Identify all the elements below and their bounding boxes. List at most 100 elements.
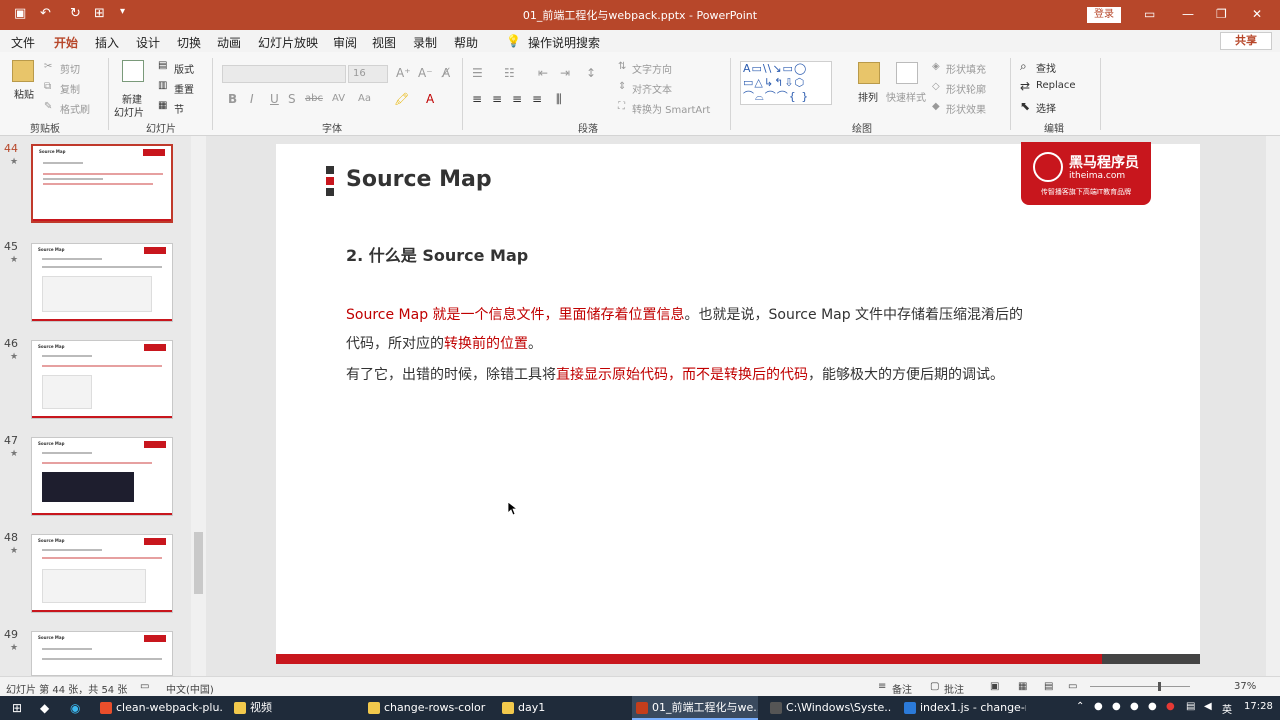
tray-app-icon[interactable]: ●: [1094, 701, 1103, 712]
change-case-button[interactable]: Aa: [358, 93, 371, 104]
quick-styles-button[interactable]: 快速样式: [886, 89, 926, 104]
clear-format-icon[interactable]: A̸: [442, 66, 450, 80]
comments-icon[interactable]: ▢: [930, 681, 939, 692]
paragraph-3[interactable]: 有了它，出错的时候，除错工具将直接显示原始代码，而不是转换后的代码，能够极大的方…: [346, 364, 1004, 384]
italic-button[interactable]: I: [250, 92, 254, 106]
slide-canvas[interactable]: Source Map 黑马程序员 itheima.com 传智播客旗下高端IT教…: [276, 142, 1200, 664]
decrease-indent-icon[interactable]: ⇤: [538, 66, 548, 80]
align-center-icon[interactable]: ≡: [492, 92, 502, 106]
slide-thumbnail-46[interactable]: Source Map: [31, 340, 173, 419]
notes-button[interactable]: 备注: [892, 681, 912, 696]
line-spacing-icon[interactable]: ↕: [586, 66, 596, 80]
notes-icon[interactable]: ≡: [878, 681, 886, 692]
find-button[interactable]: 查找: [1036, 60, 1056, 75]
login-button[interactable]: 登录: [1087, 7, 1121, 23]
volume-icon[interactable]: ◀: [1204, 701, 1212, 712]
grow-font-icon[interactable]: A⁺: [396, 66, 411, 80]
new-slide-icon[interactable]: [122, 60, 144, 82]
layout-icon[interactable]: ▤: [158, 60, 167, 71]
slide-heading[interactable]: 2. 什么是 Source Map: [346, 242, 528, 266]
font-color-icon[interactable]: A: [426, 92, 434, 106]
shape-outline-icon[interactable]: ◇: [932, 81, 940, 92]
tab-transitions[interactable]: 切换: [177, 34, 201, 51]
scrollbar-thumb[interactable]: [194, 532, 203, 594]
tab-record[interactable]: 录制: [413, 34, 437, 51]
tab-help[interactable]: 帮助: [454, 34, 478, 51]
char-spacing-button[interactable]: AV: [332, 93, 345, 104]
font-size-input[interactable]: 16: [348, 65, 388, 83]
close-button[interactable]: ✕: [1252, 7, 1262, 21]
paragraph-1[interactable]: Source Map 就是一个信息文件，里面储存着位置信息。也就是说，Sourc…: [346, 304, 1023, 324]
maximize-button[interactable]: ❐: [1216, 7, 1227, 21]
text-direction-button[interactable]: 文字方向: [632, 61, 672, 76]
tray-app-icon[interactable]: ●: [1130, 701, 1139, 712]
slide-thumbnail-45[interactable]: Source Map: [31, 243, 173, 322]
smartart-icon[interactable]: ⛶: [618, 101, 625, 112]
cut-button[interactable]: 剪切: [60, 61, 80, 76]
bold-button[interactable]: B: [228, 92, 237, 106]
taskbar-item[interactable]: index1.js - change-r...: [900, 696, 1026, 720]
windows-start-icon[interactable]: ⊞: [12, 701, 22, 715]
layout-button[interactable]: 版式: [174, 61, 194, 76]
tab-view[interactable]: 视图: [372, 34, 396, 51]
language-status[interactable]: 中文(中国): [166, 681, 214, 696]
align-right-icon[interactable]: ≡: [512, 92, 522, 106]
quick-styles-icon[interactable]: [896, 62, 918, 84]
find-icon[interactable]: ⌕: [1020, 59, 1027, 74]
reset-icon[interactable]: ▥: [158, 80, 167, 91]
new-slide-button-line2[interactable]: 幻灯片: [114, 104, 144, 119]
numbering-icon[interactable]: ☷: [504, 66, 515, 80]
shadow-button[interactable]: S: [288, 92, 296, 106]
slide-thumbnail-47[interactable]: Source Map: [31, 437, 173, 516]
tab-insert[interactable]: 插入: [95, 34, 119, 51]
shape-outline-button[interactable]: 形状轮廓: [946, 81, 986, 96]
tab-design[interactable]: 设计: [136, 34, 160, 51]
format-painter-button[interactable]: 格式刷: [60, 101, 90, 116]
slide-sorter-icon[interactable]: ▦: [1018, 681, 1027, 692]
normal-view-icon[interactable]: ▣: [990, 681, 999, 692]
strikethrough-button[interactable]: abc: [305, 93, 323, 104]
copy-icon[interactable]: ⧉: [44, 81, 51, 92]
shape-fill-icon[interactable]: ◈: [932, 61, 940, 72]
taskbar-item[interactable]: change-rows-color: [364, 696, 490, 720]
text-direction-icon[interactable]: ⇅: [618, 61, 626, 72]
taskbar-item[interactable]: clean-webpack-plu...: [96, 696, 222, 720]
tray-app-icon[interactable]: ●: [1148, 701, 1157, 712]
network-icon[interactable]: ▤: [1186, 701, 1195, 712]
paste-icon[interactable]: [12, 60, 34, 82]
arrange-icon[interactable]: [858, 62, 880, 84]
replace-icon[interactable]: ⇄: [1020, 79, 1030, 93]
accessibility-icon[interactable]: ▭: [140, 681, 149, 692]
cut-icon[interactable]: ✂: [44, 61, 52, 72]
ribbon-display-icon[interactable]: ▭: [1144, 7, 1155, 21]
increase-indent-icon[interactable]: ⇥: [560, 66, 570, 80]
select-button[interactable]: 选择: [1036, 100, 1056, 115]
shape-effects-button[interactable]: 形状效果: [946, 101, 986, 116]
comments-button[interactable]: 批注: [944, 681, 964, 696]
highlight-icon[interactable]: 🖍: [394, 92, 409, 106]
paragraph-2[interactable]: 代码，所对应的转换前的位置。: [346, 333, 542, 353]
align-text-icon[interactable]: ⇕: [618, 81, 626, 92]
tab-file[interactable]: 文件: [11, 34, 35, 51]
input-lang[interactable]: 英: [1222, 701, 1232, 716]
tab-slideshow[interactable]: 幻灯片放映: [258, 34, 318, 51]
bullets-icon[interactable]: ☰: [472, 66, 483, 80]
tab-home[interactable]: 开始: [54, 34, 79, 55]
tray-app-icon[interactable]: ●: [1112, 701, 1121, 712]
reset-button[interactable]: 重置: [174, 81, 194, 96]
smartart-button[interactable]: 转换为 SmartArt: [632, 101, 710, 116]
editor-scrollbar[interactable]: [1266, 136, 1280, 676]
columns-icon[interactable]: ⫼: [556, 92, 562, 107]
slide-thumbnail-48[interactable]: Source Map: [31, 534, 173, 613]
taskbar-item-powerpoint[interactable]: 01_前端工程化与we...: [632, 696, 758, 720]
thumbnail-scrollbar[interactable]: [191, 136, 206, 676]
shape-fill-button[interactable]: 形状填充: [946, 61, 986, 76]
share-button[interactable]: 共享: [1220, 32, 1272, 50]
select-icon[interactable]: ⬉: [1020, 99, 1030, 113]
app-icon[interactable]: ◆: [40, 701, 49, 715]
tell-me-search[interactable]: 操作说明搜索: [528, 34, 600, 51]
copy-button[interactable]: 复制: [60, 81, 80, 96]
paste-button[interactable]: 粘贴: [14, 86, 34, 101]
underline-button[interactable]: U: [270, 92, 279, 106]
edge-icon[interactable]: ◉: [70, 701, 80, 715]
